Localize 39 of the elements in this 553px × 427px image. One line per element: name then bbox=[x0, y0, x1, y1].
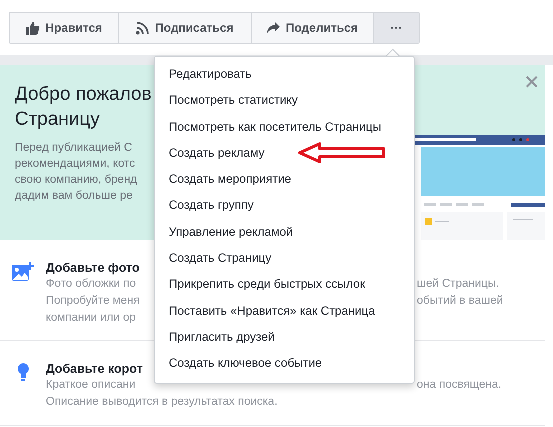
tip-text: обытий в вашей bbox=[417, 294, 504, 309]
menu-item[interactable]: Создать ключевое событие bbox=[155, 350, 414, 377]
menu-item[interactable]: Поставить «Нравится» как Страница bbox=[155, 298, 414, 324]
more-button[interactable]: ··· bbox=[373, 13, 419, 43]
close-icon[interactable] bbox=[526, 76, 538, 88]
tip-text: она посвящена. bbox=[417, 378, 503, 393]
tip-text: Попробуйте меня bbox=[46, 294, 140, 309]
menu-item[interactable]: Создать рекламу bbox=[155, 140, 414, 166]
tip-text: Фото обложки по bbox=[46, 277, 136, 292]
welcome-text: дадим вам больше ре bbox=[15, 189, 134, 204]
share-arrow-icon bbox=[266, 22, 280, 34]
welcome-text: свою компанию, бренд bbox=[15, 173, 138, 188]
menu-item[interactable]: Посмотреть как посетитель Страницы bbox=[155, 114, 414, 140]
follow-button[interactable]: Подписаться bbox=[118, 13, 251, 43]
welcome-title: Добро пожалов bbox=[15, 83, 153, 107]
share-button[interactable]: Поделиться bbox=[251, 13, 373, 43]
tip-title: Добавьте фото bbox=[46, 260, 140, 276]
menu-item[interactable]: Прикрепить среди быстрых ссылок bbox=[155, 271, 414, 298]
arrow-icon bbox=[298, 142, 388, 164]
menu-item[interactable]: Создать мероприятие bbox=[155, 166, 414, 192]
menu-item[interactable]: Посмотреть статистику bbox=[155, 87, 414, 114]
tip-text: Описание выводится в результатах поиска. bbox=[46, 395, 278, 410]
menu-item[interactable]: Создать группу bbox=[155, 192, 414, 219]
menu-item[interactable]: Создать Страницу bbox=[155, 245, 414, 272]
menu-item[interactable]: Управление рекламой bbox=[155, 218, 414, 246]
welcome-text: Перед публикацией С bbox=[15, 141, 134, 156]
welcome-text: рекомендациями, котс bbox=[15, 157, 136, 172]
menu-item[interactable]: Редактировать bbox=[155, 61, 414, 88]
like-button[interactable]: Нравится bbox=[10, 13, 118, 43]
tip-title: Добавьте корот bbox=[46, 361, 143, 377]
tip-text: Краткое описани bbox=[46, 378, 136, 393]
add-photo-icon bbox=[12, 262, 34, 282]
lightbulb-icon bbox=[18, 363, 28, 381]
welcome-title: Страницу bbox=[15, 108, 102, 132]
tip-text: компании или ор bbox=[46, 311, 136, 326]
tip-text: шей Страницы. bbox=[417, 277, 500, 292]
thumbs-up-icon bbox=[26, 22, 40, 34]
rss-icon bbox=[136, 22, 150, 34]
menu-item[interactable]: Пригласить друзей bbox=[155, 324, 414, 350]
